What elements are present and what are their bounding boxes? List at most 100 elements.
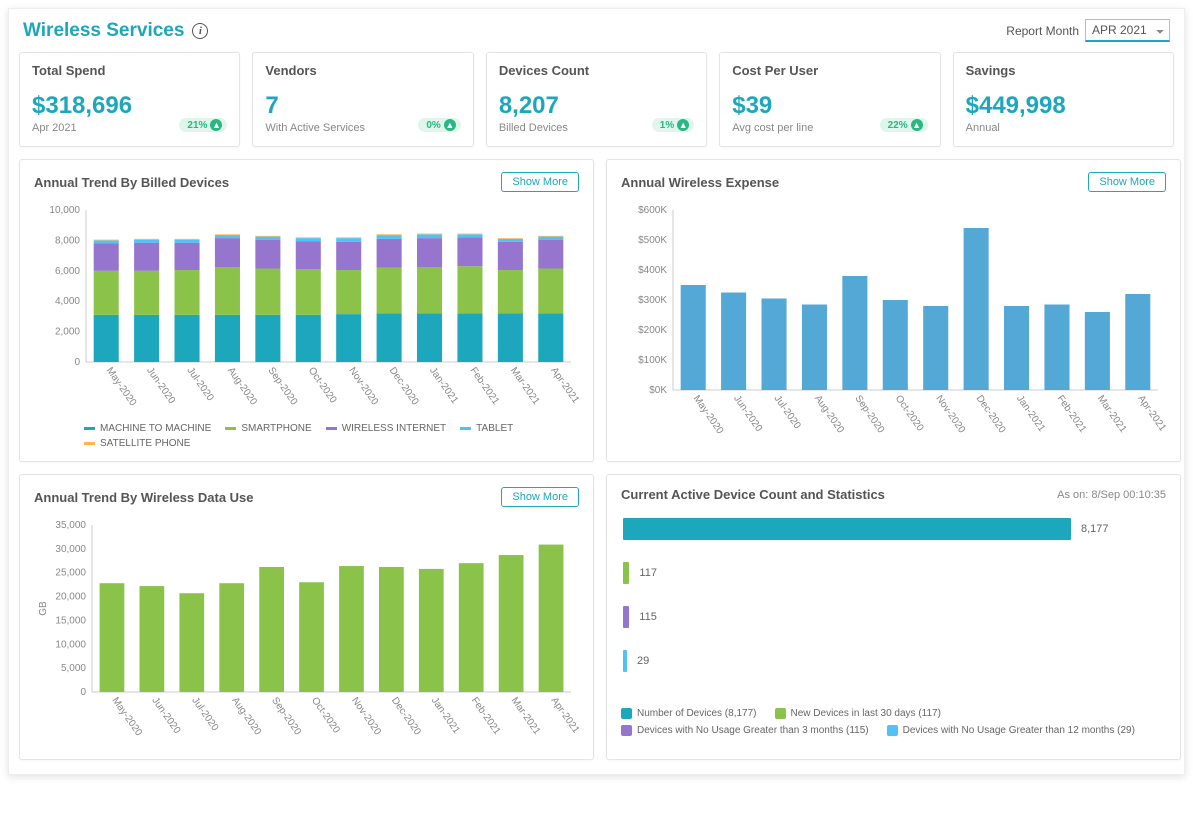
svg-text:$600K: $600K [638, 205, 667, 216]
bar-segment [457, 266, 482, 313]
kpi-change-pill: 22%▲ [880, 118, 928, 132]
arrow-up-icon: ▲ [911, 119, 923, 131]
svg-text:Sep-2020: Sep-2020 [852, 393, 886, 435]
legend-item: TABLET [460, 423, 513, 434]
kpi-card: Devices Count 8,207 Billed Devices 1%▲ [486, 52, 707, 147]
bar [842, 276, 867, 390]
svg-text:4,000: 4,000 [55, 296, 80, 307]
bar [219, 583, 244, 692]
kpi-title: Total Spend [32, 63, 227, 78]
svg-text:$100K: $100K [638, 355, 667, 366]
bar-segment [538, 240, 563, 269]
bar-segment [215, 234, 240, 235]
bar [883, 300, 908, 390]
svg-text:Dec-2020: Dec-2020 [974, 393, 1008, 435]
legend-item: New Devices in last 30 days (117) [775, 708, 941, 719]
svg-text:May-2020: May-2020 [691, 393, 726, 436]
hbar-value: 8,177 [1081, 523, 1109, 535]
svg-text:Jun-2020: Jun-2020 [731, 393, 764, 434]
show-more-button[interactable]: Show More [501, 172, 579, 192]
hbar-value: 29 [637, 655, 649, 667]
bar-segment [175, 243, 200, 270]
bar [339, 566, 364, 692]
info-icon[interactable]: i [192, 23, 208, 39]
svg-text:Nov-2020: Nov-2020 [349, 695, 383, 737]
svg-text:GB: GB [38, 601, 49, 616]
bar-segment [296, 237, 321, 238]
hbar-row: 117 [623, 562, 1164, 584]
wireless_expense-chart: $0K$100K$200K$300K$400K$500K$600KMay-202… [621, 202, 1166, 440]
report-month-label: Report Month [1006, 24, 1079, 38]
svg-text:Jul-2020: Jul-2020 [185, 365, 216, 403]
bar [419, 569, 444, 692]
report-month-select[interactable]: APR 2021 [1085, 19, 1170, 42]
bar-segment [94, 271, 119, 315]
bar-segment [255, 315, 280, 362]
kpi-card: Savings $449,998 Annual [953, 52, 1174, 147]
bar-segment [377, 239, 402, 268]
bar-segment [215, 315, 240, 362]
bar-segment [457, 234, 482, 237]
svg-text:Jul-2020: Jul-2020 [189, 695, 220, 733]
kpi-change-pill: 0%▲ [418, 118, 460, 132]
svg-text:May-2020: May-2020 [104, 365, 139, 408]
svg-text:Apr-2021: Apr-2021 [549, 695, 579, 735]
bar [140, 586, 165, 692]
hbar-row: 29 [623, 650, 1164, 672]
svg-text:10,000: 10,000 [55, 639, 86, 650]
bar-segment [377, 235, 402, 239]
bar-segment [175, 270, 200, 315]
svg-text:Feb-2021: Feb-2021 [468, 365, 502, 407]
show-more-button[interactable]: Show More [501, 487, 579, 507]
svg-text:$200K: $200K [638, 325, 667, 336]
bar [379, 567, 404, 692]
hbar-value: 117 [639, 567, 657, 579]
bar-segment [134, 239, 159, 240]
svg-text:0: 0 [74, 357, 80, 368]
bar-segment [336, 270, 361, 314]
legend-item: MACHINE TO MACHINE [84, 423, 211, 434]
show-more-button[interactable]: Show More [1088, 172, 1166, 192]
bar-segment [457, 313, 482, 362]
page-title: Wireless Servicesi [23, 20, 208, 42]
hbar-row: 115 [623, 606, 1164, 628]
bar-segment [336, 314, 361, 362]
svg-text:May-2020: May-2020 [110, 695, 145, 738]
hbar [623, 562, 629, 584]
svg-text:Feb-2021: Feb-2021 [469, 695, 503, 737]
bar [1044, 305, 1069, 391]
svg-text:Nov-2020: Nov-2020 [346, 365, 380, 407]
svg-text:Mar-2021: Mar-2021 [1095, 393, 1129, 435]
bar-segment [498, 242, 523, 270]
svg-text:Oct-2020: Oct-2020 [893, 393, 926, 433]
bar [499, 555, 524, 692]
bar-segment [296, 238, 321, 241]
svg-text:Feb-2021: Feb-2021 [1055, 393, 1089, 435]
svg-text:2,000: 2,000 [55, 327, 80, 338]
arrow-up-icon: ▲ [677, 119, 689, 131]
bar-segment [215, 235, 240, 238]
bar-segment [336, 237, 361, 238]
svg-text:Nov-2020: Nov-2020 [933, 393, 967, 435]
svg-text:Jan-2021: Jan-2021 [429, 695, 462, 736]
bar [681, 285, 706, 390]
bar [1004, 306, 1029, 390]
svg-text:Mar-2021: Mar-2021 [509, 695, 543, 737]
bar [721, 293, 746, 391]
bar-segment [498, 239, 523, 242]
bar [762, 299, 787, 391]
chart-title: Current Active Device Count and Statisti… [621, 487, 885, 502]
kpi-value: $318,696 [32, 92, 227, 120]
bar [802, 305, 827, 391]
bar [179, 593, 204, 692]
kpi-title: Savings [966, 63, 1161, 78]
bar [459, 563, 484, 692]
bar-segment [498, 313, 523, 362]
bar [964, 228, 989, 390]
bar-segment [215, 267, 240, 315]
legend-item: SMARTPHONE [225, 423, 311, 434]
bar-segment [296, 269, 321, 315]
bar-segment [94, 315, 119, 362]
kpi-card: Cost Per User $39 Avg cost per line 22%▲ [719, 52, 940, 147]
bar-segment [94, 240, 119, 241]
